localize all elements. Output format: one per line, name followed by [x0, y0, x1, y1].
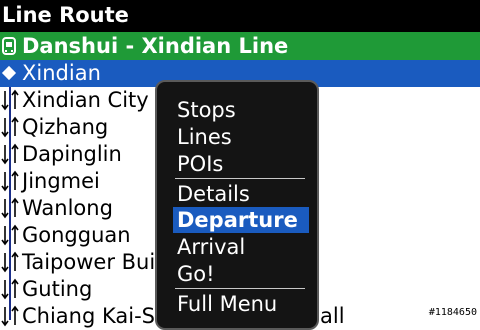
menu-item-pois[interactable]: POIs — [177, 151, 309, 177]
menu-item-full-menu[interactable]: Full Menu — [177, 291, 309, 317]
up-down-arrows-icon — [1, 89, 19, 111]
up-down-arrows-icon — [1, 305, 19, 327]
menu-item-arrival[interactable]: Arrival — [177, 234, 309, 260]
menu-item-departure[interactable]: Departure — [173, 207, 309, 233]
menu-item-details[interactable]: Details — [177, 181, 309, 207]
stop-label: Xindian — [22, 61, 101, 85]
menu-item-lines[interactable]: Lines — [177, 124, 309, 150]
menu-separator — [175, 288, 305, 289]
current-stop-diamond-icon — [1, 65, 17, 81]
stop-label: Dapinglin — [22, 142, 122, 166]
up-down-arrows-icon — [1, 278, 19, 300]
menu-item-go[interactable]: Go! — [177, 261, 309, 287]
up-down-arrows-icon — [1, 170, 19, 192]
up-down-arrows-icon — [1, 197, 19, 219]
stop-label: Qizhang — [22, 115, 109, 139]
menu-separator — [175, 178, 305, 179]
stop-label: Wanlong — [22, 196, 113, 220]
stop-label: Gongguan — [22, 223, 131, 247]
bus-icon — [2, 37, 16, 55]
line-header: Danshui - Xindian Line — [0, 32, 480, 60]
screen-title: Line Route — [0, 0, 480, 32]
watermark: #1184650 — [428, 307, 477, 318]
context-menu: Stops Lines POIs Details Departure Arriv… — [155, 80, 319, 330]
stop-label: Guting — [22, 277, 93, 301]
up-down-arrows-icon — [1, 143, 19, 165]
menu-item-stops[interactable]: Stops — [177, 97, 309, 123]
line-name: Danshui - Xindian Line — [22, 34, 289, 58]
stop-label: Jingmei — [22, 169, 100, 193]
up-down-arrows-icon — [1, 224, 19, 246]
up-down-arrows-icon — [1, 116, 19, 138]
up-down-arrows-icon — [1, 251, 19, 273]
